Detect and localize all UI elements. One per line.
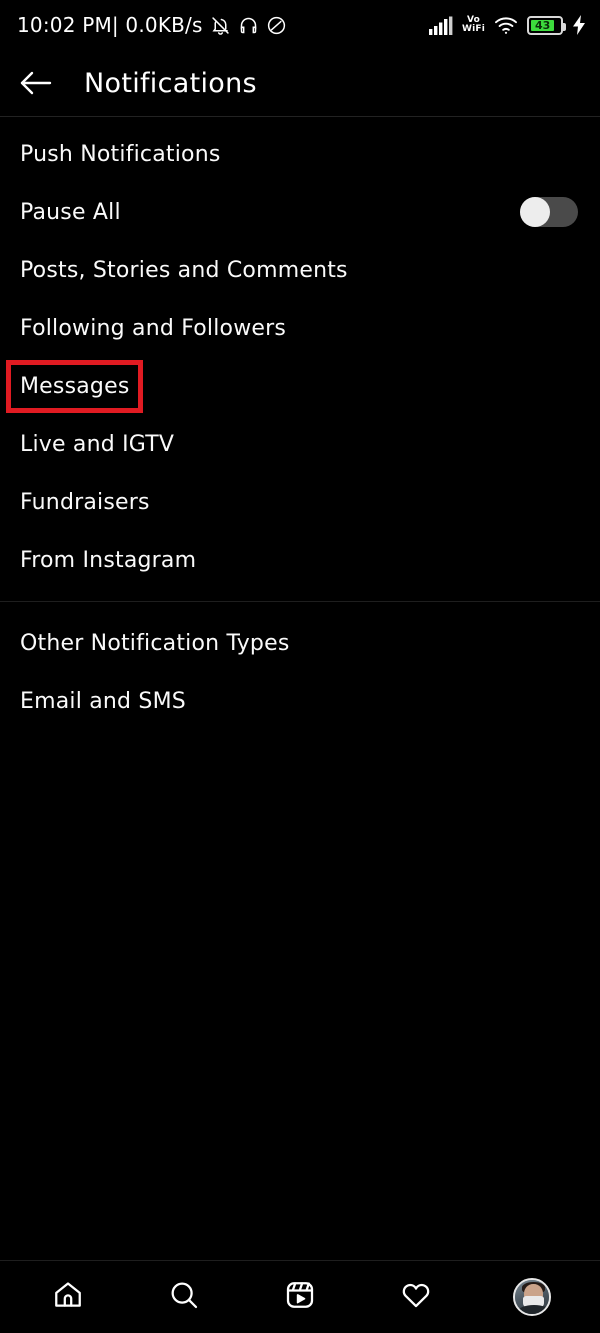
reels-icon <box>284 1279 316 1315</box>
section-header-push-notifications: Push Notifications <box>0 125 600 183</box>
row-label: Following and Followers <box>20 315 287 341</box>
headphones-icon <box>238 15 259 36</box>
section-label: Push Notifications <box>20 141 221 167</box>
back-arrow-icon[interactable] <box>18 68 54 98</box>
row-label: Fundraisers <box>20 489 150 515</box>
row-label: Email and SMS <box>20 688 186 714</box>
charging-bolt-icon <box>572 15 586 35</box>
vowifi-icon: Vo WiFi <box>462 16 485 34</box>
status-bar: 10:02 PM| 0.0KB/s Vo WiFi 43 <box>0 0 600 50</box>
section-label: Other Notification Types <box>20 630 290 656</box>
nav-item-search[interactable] <box>154 1272 214 1322</box>
row-label: Pause All <box>20 199 121 225</box>
dnd-icon <box>266 15 287 36</box>
row-label: From Instagram <box>20 547 197 573</box>
battery-icon: 43 <box>527 15 566 35</box>
signal-bars-icon <box>428 16 453 35</box>
nav-item-home[interactable] <box>38 1272 98 1322</box>
page-title: Notifications <box>84 67 257 99</box>
screen-header: Notifications <box>0 50 600 117</box>
group-push-notifications: Push Notifications Pause All Posts, Stor… <box>0 117 600 589</box>
nav-item-reels[interactable] <box>270 1272 330 1322</box>
settings-row-email-and-sms[interactable]: Email and SMS <box>0 672 600 730</box>
search-icon <box>168 1279 200 1315</box>
settings-row-fundraisers[interactable]: Fundraisers <box>0 473 600 531</box>
bottom-navigation-bar <box>0 1260 600 1333</box>
battery-fill: 43 <box>531 18 555 32</box>
profile-avatar <box>513 1278 551 1316</box>
row-label: Live and IGTV <box>20 431 175 457</box>
settings-row-pause-all[interactable]: Pause All <box>0 183 600 241</box>
settings-row-posts-stories-comments[interactable]: Posts, Stories and Comments <box>0 241 600 299</box>
status-bar-right: Vo WiFi 43 <box>428 15 586 35</box>
pause-all-toggle[interactable] <box>520 197 578 227</box>
bell-muted-icon <box>210 15 231 36</box>
nav-item-activity[interactable] <box>386 1272 446 1322</box>
wifi-icon <box>494 16 518 35</box>
group-other-notification-types: Other Notification Types Email and SMS <box>0 601 600 730</box>
row-label: Messages <box>5 359 144 413</box>
settings-list: Push Notifications Pause All Posts, Stor… <box>0 117 600 1260</box>
nav-item-profile[interactable] <box>502 1272 562 1322</box>
vowifi-wifi-text: WiFi <box>461 24 485 34</box>
status-bar-left: 10:02 PM| 0.0KB/s <box>17 13 287 37</box>
section-header-other-notification-types: Other Notification Types <box>0 614 600 672</box>
toggle-knob <box>520 197 550 227</box>
settings-row-from-instagram[interactable]: From Instagram <box>0 531 600 589</box>
settings-row-following-and-followers[interactable]: Following and Followers <box>0 299 600 357</box>
settings-row-messages[interactable]: Messages <box>0 357 600 415</box>
phone-screen: 10:02 PM| 0.0KB/s Vo WiFi 43 Notificatio… <box>0 0 600 1333</box>
row-label: Posts, Stories and Comments <box>20 257 348 283</box>
settings-row-live-and-igtv[interactable]: Live and IGTV <box>0 415 600 473</box>
home-icon <box>52 1279 84 1315</box>
heart-icon <box>400 1279 432 1315</box>
avatar-body <box>518 1305 549 1314</box>
battery-percent-label: 43 <box>534 18 551 32</box>
status-time-and-network-speed: 10:02 PM| 0.0KB/s <box>17 13 203 37</box>
